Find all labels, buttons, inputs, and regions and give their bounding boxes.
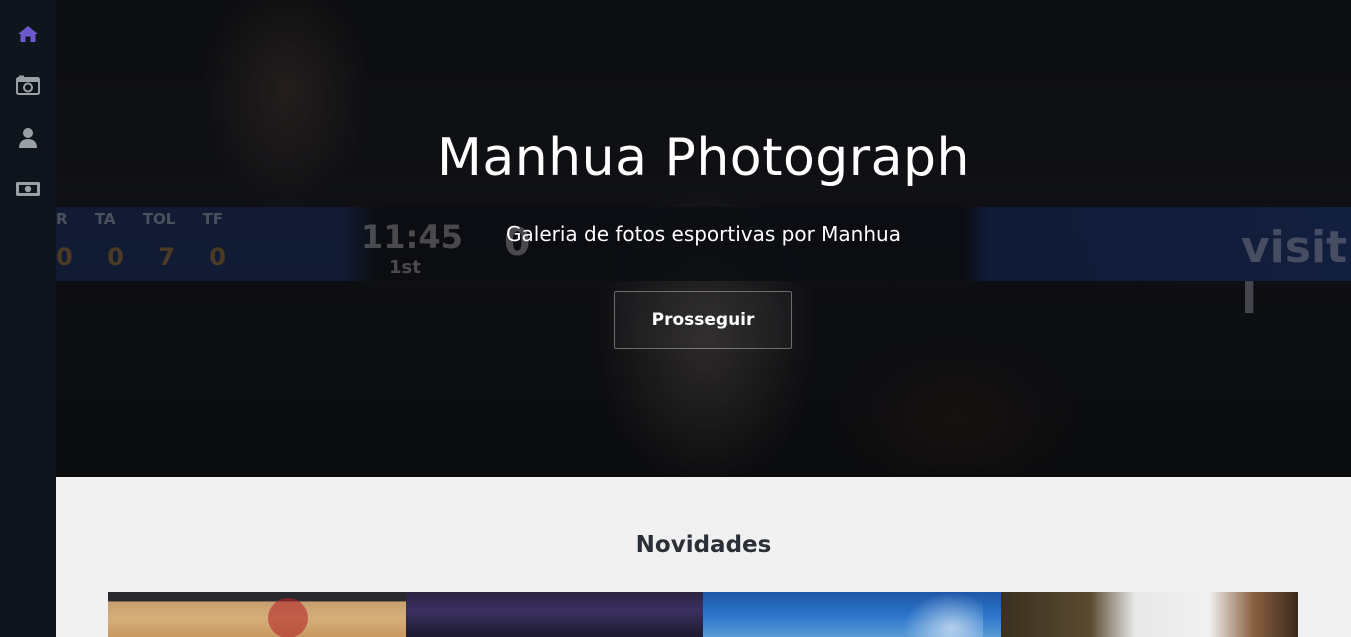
hero-subtitle: Galeria de fotos esportivas por Manhua [506,222,901,246]
player-figure [268,598,308,637]
hero-banner: R TA TOL TF 0 0 7 0 11:45 1st 0 visit I … [56,0,1351,477]
hero-title: Manhua Photograph [436,128,971,188]
section-title-novidades: Novidades [635,532,772,558]
user-icon[interactable] [15,127,41,149]
thumbnail-basketball[interactable] [108,592,406,637]
thumbnail-surf[interactable] [703,592,1001,637]
sidebar [0,0,56,637]
home-icon[interactable] [15,23,41,45]
news-gallery [108,592,1298,637]
photo-icon[interactable] [15,74,41,96]
prosseguir-button[interactable]: Prosseguir [614,291,792,349]
money-icon[interactable] [15,178,41,200]
thumbnail-crowd[interactable] [405,592,703,637]
thumbnail-volleyball[interactable] [1000,592,1298,637]
wave-crest [903,592,983,637]
